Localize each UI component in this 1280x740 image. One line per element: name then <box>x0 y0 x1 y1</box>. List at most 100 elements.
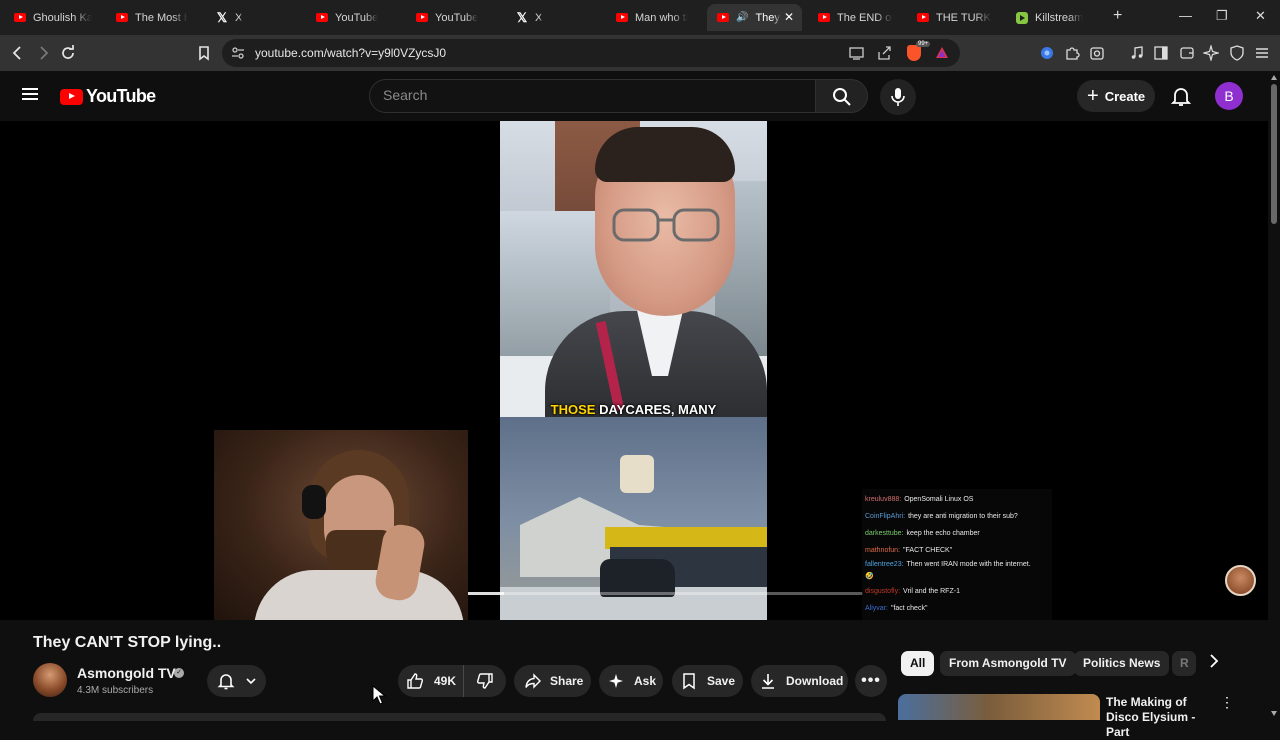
rumble-icon <box>1016 11 1028 24</box>
youtube-logo[interactable]: YouTube <box>60 86 156 107</box>
bookmark-icon[interactable] <box>194 43 214 63</box>
browser-tab[interactable]: Ghoulish Kar <box>4 4 102 31</box>
dislike-button[interactable] <box>464 672 505 690</box>
minimize-button[interactable]: — <box>1179 8 1192 23</box>
chat-message: kreuluv888: OpenSomali Linux OS <box>865 496 974 503</box>
youtube-icon <box>917 13 929 22</box>
extensions-puzzle-icon[interactable] <box>1064 45 1080 61</box>
browser-tab[interactable]: YouTube <box>406 4 498 31</box>
youtube-header: YouTube + Create B <box>0 71 1268 121</box>
subscription-notifications-button[interactable] <box>207 665 266 697</box>
video-title: They CAN'T STOP lying.. <box>33 634 222 651</box>
video-frame: THOSE DAYCARES, MANY <box>500 121 767 620</box>
recommended-video-title[interactable]: The Making of Disco Elysium - Part <box>1106 695 1216 740</box>
browser-tab-active[interactable]: 🔊 They C ✕ <box>707 4 802 31</box>
cast-icon[interactable] <box>849 46 864 60</box>
chat-message: disgustofly: Vril and the RFZ-1 <box>865 588 960 595</box>
recommended-video-thumbnail[interactable] <box>898 694 1100 720</box>
chat-emoji: 🤣 <box>865 573 874 580</box>
brave-rewards-icon[interactable] <box>935 46 949 59</box>
channel-name[interactable]: Asmongold TV <box>77 665 176 681</box>
like-button[interactable]: 49K <box>398 665 464 697</box>
search-box <box>369 79 816 113</box>
browser-tab[interactable]: The END of I <box>808 4 903 31</box>
account-avatar[interactable]: B <box>1215 82 1243 110</box>
chip-from-channel[interactable]: From Asmongold TV <box>940 651 1076 676</box>
stream-chat-overlay: kreuluv888: OpenSomali Linux OS CoinFlipA… <box>862 489 1052 620</box>
share-arrow-icon <box>525 673 541 689</box>
like-count: 49K <box>434 674 457 688</box>
extension-box-icon[interactable] <box>1089 45 1105 61</box>
extension-blue-icon[interactable] <box>1039 45 1055 61</box>
vpn-icon[interactable] <box>1229 45 1245 61</box>
share-page-icon[interactable] <box>877 46 892 60</box>
shields-count-badge: 99+ <box>916 41 931 47</box>
browser-tab[interactable]: THE TURKEY <box>907 4 1002 31</box>
chevron-right-icon[interactable] <box>1201 651 1226 676</box>
headset-icon <box>302 485 326 519</box>
scroll-down-icon[interactable] <box>1271 711 1277 716</box>
chevron-down-icon <box>245 678 256 685</box>
video-caption: THOSE DAYCARES, MANY <box>550 402 717 417</box>
video-progress-bar[interactable] <box>468 592 863 595</box>
browser-tab[interactable]: YouTube <box>306 4 398 31</box>
subscriber-count: 4.3M subscribers <box>77 685 154 696</box>
voice-search-button[interactable] <box>880 79 916 115</box>
search-input[interactable] <box>383 87 783 103</box>
bell-icon <box>217 674 234 690</box>
browser-tab[interactable]: 𝕏X <box>206 4 296 31</box>
share-button[interactable]: Share <box>514 665 591 697</box>
video-player[interactable]: THOSE DAYCARES, MANY kreuluv888: OpenSoma… <box>0 121 1268 620</box>
forward-button[interactable] <box>33 43 53 63</box>
back-button[interactable] <box>8 43 28 63</box>
verified-badge-icon: ✓ <box>174 668 184 678</box>
browser-tab[interactable]: 𝕏X <box>506 4 598 31</box>
browser-tab[interactable]: Man who tau <box>606 4 698 31</box>
youtube-icon <box>14 13 26 22</box>
restore-button[interactable]: ❐ <box>1216 8 1228 24</box>
leo-ai-icon[interactable] <box>1201 43 1221 63</box>
browser-tab[interactable]: Killstream <box>1006 4 1101 31</box>
chip-truncated[interactable]: R <box>1172 651 1196 676</box>
close-tab-icon[interactable]: ✕ <box>784 10 794 24</box>
audio-playing-icon[interactable]: 🔊 <box>736 12 748 23</box>
scrollbar-thumb[interactable] <box>1271 84 1277 224</box>
site-settings-icon[interactable] <box>231 46 245 60</box>
kebab-menu-icon[interactable]: ⋮ <box>1220 694 1234 711</box>
address-bar[interactable]: youtube.com/watch?v=y9l0VZycsJ0 99+ <box>222 39 960 67</box>
browser-tab[interactable]: The Most Ha <box>106 4 198 31</box>
more-actions-button[interactable]: ••• <box>855 665 887 697</box>
download-button[interactable]: Download <box>751 665 848 697</box>
x-icon: 𝕏 <box>516 9 528 25</box>
create-button[interactable]: + Create <box>1077 80 1155 112</box>
new-tab-button[interactable]: + <box>1113 7 1122 25</box>
chat-message: darkesttube: keep the echo chamber <box>865 530 980 537</box>
scroll-up-icon[interactable] <box>1271 75 1277 80</box>
notifications-button[interactable] <box>1170 85 1192 107</box>
chat-message: mathnofun: "FACT CHECK" <box>865 547 953 554</box>
thumbs-down-icon <box>476 673 493 689</box>
brave-shields-icon[interactable] <box>907 45 921 61</box>
thumbs-up-icon <box>407 673 423 689</box>
media-control-icon[interactable] <box>1129 45 1145 61</box>
sidebar-toggle-icon[interactable] <box>1153 45 1169 61</box>
search-icon <box>833 88 851 106</box>
search-button[interactable] <box>816 79 868 113</box>
youtube-icon <box>416 13 428 22</box>
youtube-icon <box>717 13 729 22</box>
channel-avatar[interactable] <box>33 663 67 697</box>
floating-channel-avatar[interactable] <box>1225 565 1256 596</box>
chip-politics-news[interactable]: Politics News <box>1074 651 1170 676</box>
microphone-icon <box>891 88 905 106</box>
reload-button[interactable] <box>58 43 78 63</box>
chip-all[interactable]: All <box>901 651 935 676</box>
guide-menu-icon[interactable] <box>22 88 38 100</box>
sparkle-icon <box>609 674 623 688</box>
wallet-icon[interactable] <box>1179 45 1195 61</box>
ask-button[interactable]: Ask <box>599 665 663 697</box>
chat-message: Aliyvar: "fact check" <box>865 605 928 612</box>
bookmark-icon <box>683 673 695 690</box>
browser-menu-icon[interactable] <box>1254 45 1270 61</box>
close-window-button[interactable]: ✕ <box>1255 8 1266 24</box>
save-button[interactable]: Save <box>672 665 743 697</box>
